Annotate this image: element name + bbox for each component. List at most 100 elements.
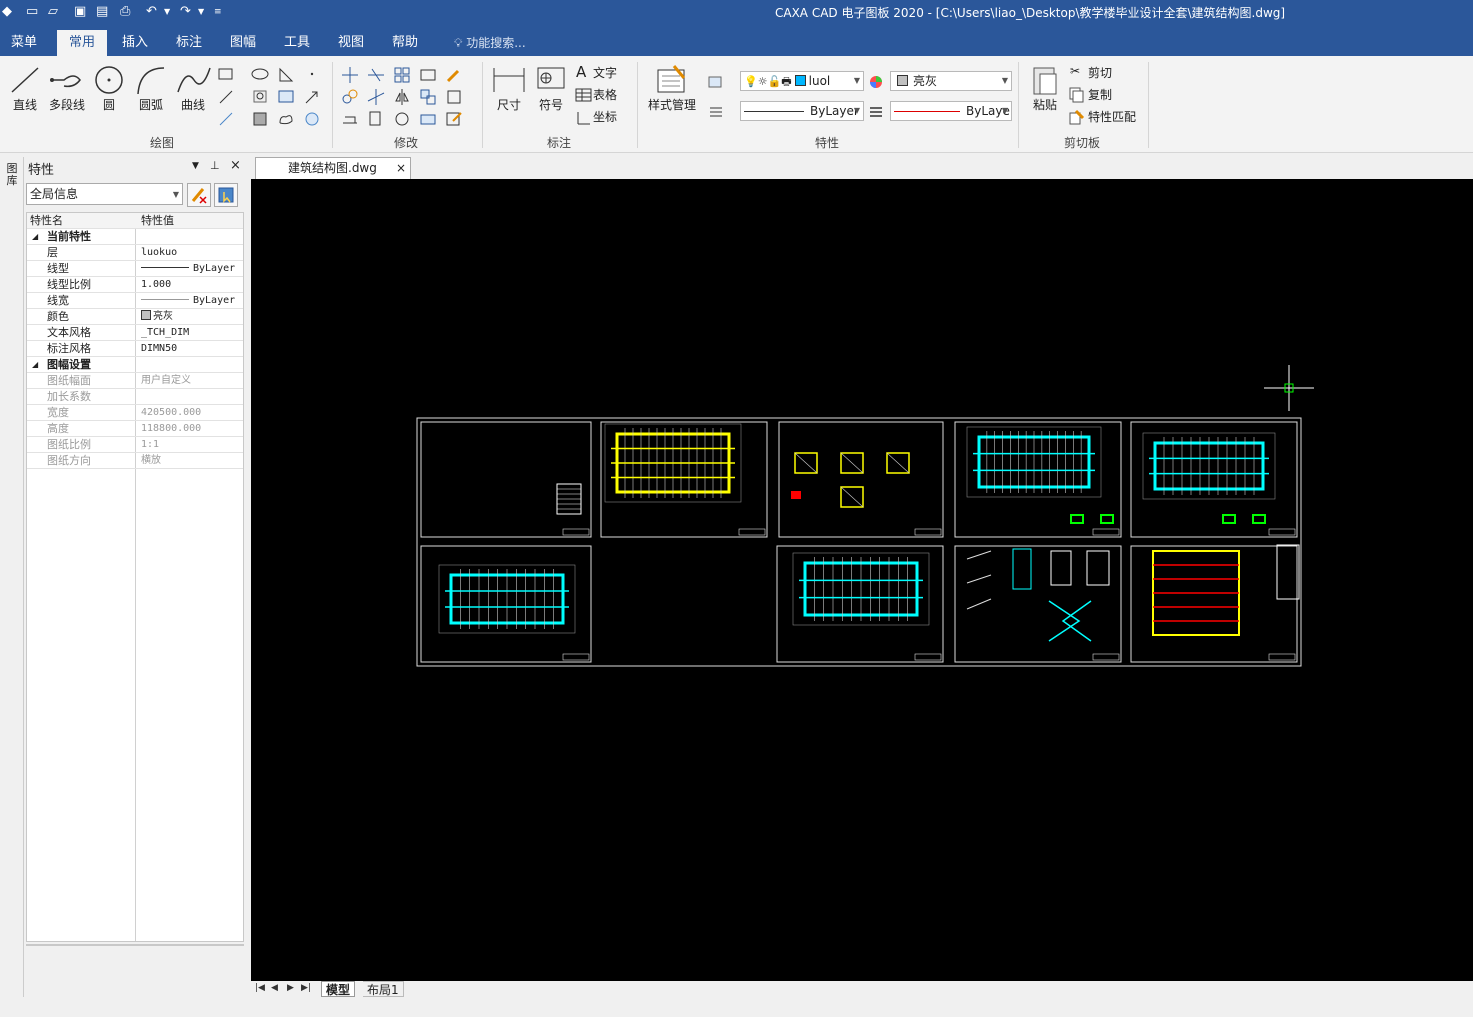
property-value[interactable]: ByLayer — [139, 261, 243, 276]
color-combo[interactable]: 亮灰 ▼ — [890, 71, 1012, 91]
property-row[interactable]: 线型 ByLayer — [27, 261, 243, 277]
menu-common[interactable]: 常用 — [57, 30, 107, 56]
copy-icon[interactable] — [1066, 85, 1086, 103]
break-icon[interactable] — [366, 109, 386, 127]
property-value[interactable]: 1.000 — [139, 277, 243, 292]
property-value[interactable]: luokuo — [139, 245, 243, 260]
property-row[interactable]: 标注风格 DIMN50 — [27, 341, 243, 357]
property-value[interactable]: ByLayer — [139, 293, 243, 308]
collapse-toggle-icon[interactable]: ◢ — [32, 357, 38, 372]
property-value[interactable]: 1:1 — [139, 437, 243, 452]
drawing-sheet[interactable] — [778, 421, 944, 538]
move-icon[interactable] — [340, 65, 360, 83]
linetype-manager-icon[interactable] — [706, 102, 726, 120]
menu-main[interactable]: 菜单 — [5, 30, 43, 56]
drawing-sheet[interactable] — [420, 545, 592, 663]
linetype-combo[interactable]: ByLayer ▼ — [740, 101, 864, 121]
erase-icon[interactable] — [444, 65, 464, 83]
color-wheel-icon[interactable] — [866, 72, 886, 90]
first-layout-icon[interactable]: |◀ — [255, 983, 265, 993]
paste-button[interactable]: 粘贴 — [1024, 62, 1066, 113]
table-button[interactable]: 表格 — [593, 86, 617, 103]
drawing-sheet[interactable] — [600, 421, 768, 538]
property-row[interactable]: 线宽 ByLayer — [27, 293, 243, 309]
array-icon[interactable] — [392, 65, 412, 83]
property-value[interactable]: 亮灰 — [139, 309, 243, 324]
property-row[interactable]: 图纸方向 横放 — [27, 453, 243, 469]
next-layout-icon[interactable]: ▶ — [287, 983, 294, 993]
customize-toolbar-icon[interactable]: ≡ — [214, 3, 222, 21]
symbol-button[interactable]: 符号 — [530, 62, 572, 113]
stretch-icon[interactable] — [340, 109, 360, 127]
save-all-icon[interactable]: ▤ — [96, 3, 108, 21]
new-file-icon[interactable]: ▭ — [26, 3, 38, 21]
property-row[interactable]: 宽度 420500.000 — [27, 405, 243, 421]
coordinate-button[interactable]: 坐标 — [593, 108, 617, 125]
redo-icon[interactable]: ↷ — [180, 3, 191, 21]
layer-combo[interactable]: 💡☼🔓🖶 luol ▼ — [740, 71, 864, 91]
coordinate-icon[interactable] — [574, 108, 594, 126]
app-logo-icon[interactable]: ◆ — [2, 3, 12, 21]
layer-manager-icon[interactable] — [706, 72, 726, 90]
point-icon[interactable] — [302, 65, 322, 83]
cut-icon[interactable]: ✂ — [1070, 64, 1080, 78]
property-row[interactable]: 线型比例 1.000 — [27, 277, 243, 293]
property-row[interactable]: 高度 118800.000 — [27, 421, 243, 437]
layout-tab-model[interactable]: 模型 — [321, 981, 356, 997]
drawing-svg[interactable] — [251, 179, 1473, 981]
print-icon[interactable]: ⎙ — [120, 3, 130, 21]
close-tab-icon[interactable]: × — [396, 158, 406, 178]
lineweight-combo[interactable]: ByLaye ▼ — [890, 101, 1012, 121]
copy-object-icon[interactable] — [340, 87, 360, 105]
cut-button[interactable]: 剪切 — [1088, 64, 1112, 81]
offset-line-icon[interactable] — [216, 109, 236, 127]
redo-dropdown-icon[interactable]: ▼ — [198, 3, 204, 21]
drawing-sheet[interactable] — [420, 421, 592, 538]
lineweight-icon[interactable] — [866, 102, 886, 120]
document-tab[interactable]: 建筑结构图.dwg × — [255, 157, 411, 179]
scale-icon[interactable] — [418, 65, 438, 83]
drawing-sheet[interactable] — [1130, 545, 1298, 663]
select-objects-button[interactable] — [214, 183, 238, 207]
text-button[interactable]: 文字 — [593, 64, 617, 81]
property-section[interactable]: ◢ 图幅设置 — [27, 357, 243, 373]
fillet-icon[interactable] — [392, 109, 412, 127]
menu-insert[interactable]: 插入 — [116, 30, 154, 56]
property-section[interactable]: ◢ 当前特性 — [27, 229, 243, 245]
match-properties-button[interactable]: 特性匹配 — [1088, 108, 1136, 125]
hatch-icon[interactable] — [216, 87, 236, 105]
layout-tab-layout1[interactable]: 布局1 — [363, 981, 404, 997]
menu-view[interactable]: 视图 — [332, 30, 370, 56]
drawing-canvas[interactable] — [251, 179, 1473, 981]
circle-button[interactable]: 圆 — [88, 62, 130, 113]
text-icon[interactable]: A — [576, 63, 586, 81]
property-row[interactable]: 颜色 亮灰 — [27, 309, 243, 325]
wave-line-icon[interactable] — [302, 109, 322, 127]
property-filter-combo[interactable]: 全局信息 ▼ — [26, 183, 183, 205]
explode-icon[interactable] — [444, 87, 464, 105]
property-value[interactable]: 118800.000 — [139, 421, 243, 436]
property-row[interactable]: 加长系数 — [27, 389, 243, 405]
rotate-icon[interactable] — [418, 87, 438, 105]
mirror-icon[interactable] — [392, 87, 412, 105]
chamfer-icon[interactable] — [418, 109, 438, 127]
center-line-icon[interactable] — [276, 87, 296, 105]
prev-layout-icon[interactable]: ◀ — [271, 983, 278, 993]
curve-button[interactable]: 曲线 — [172, 62, 214, 113]
dimension-button[interactable]: 尺寸 — [488, 62, 530, 113]
close-icon[interactable]: × — [230, 158, 241, 173]
copy-button[interactable]: 复制 — [1088, 86, 1112, 103]
edit-icon[interactable] — [444, 109, 464, 127]
style-manager-button[interactable]: 样式管理 — [644, 62, 700, 113]
polyline-button[interactable]: 多段线 — [44, 62, 90, 113]
polygon-icon[interactable] — [276, 65, 296, 83]
menu-sheet[interactable]: 图幅 — [224, 30, 262, 56]
property-row[interactable]: 文本风格 _TCH_DIM — [27, 325, 243, 341]
arrow-icon[interactable] — [302, 87, 322, 105]
region-icon[interactable] — [250, 109, 270, 127]
library-tab[interactable]: 图库 — [4, 163, 20, 187]
table-icon[interactable] — [574, 86, 594, 104]
arc-button[interactable]: 圆弧 — [130, 62, 172, 113]
last-layout-icon[interactable]: ▶| — [301, 983, 311, 993]
feature-search[interactable]: 💡︎ 功能搜索... — [454, 30, 526, 56]
